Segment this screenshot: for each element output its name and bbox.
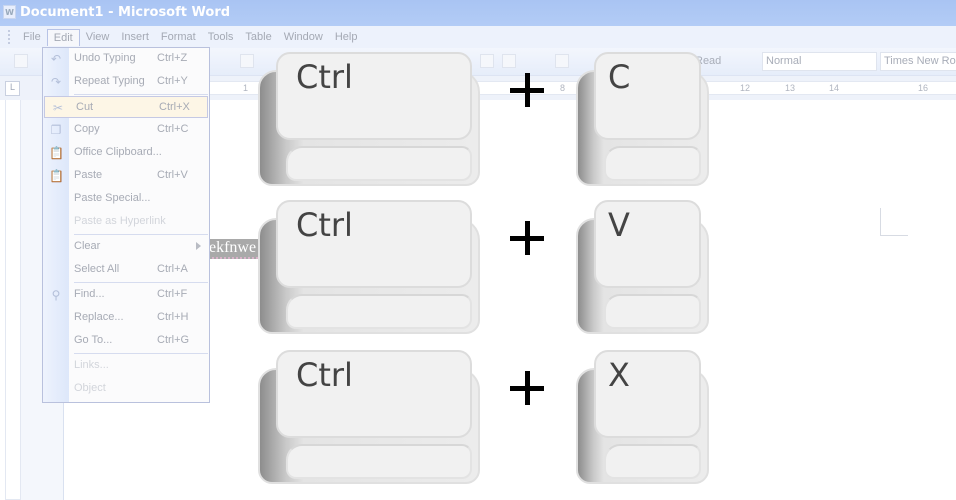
binoculars-icon: ⚲ — [51, 288, 61, 302]
ruler-number: 16 — [918, 83, 929, 93]
submenu-arrow-icon — [196, 242, 201, 250]
menu-view[interactable]: View — [80, 29, 116, 45]
letter-key-graphic: V — [576, 200, 709, 334]
vertical-ruler — [5, 100, 21, 500]
menu-item-shortcut: Ctrl+H — [157, 311, 189, 323]
document-map-icon[interactable] — [555, 54, 569, 68]
edit-menu-item-links: Links... — [43, 355, 209, 377]
title-bar: W Document1 - Microsoft Word — [0, 0, 956, 26]
clipboard-icon: 📋 — [49, 146, 64, 160]
copy-icon: ❐ — [50, 123, 62, 137]
menu-item-shortcut: Ctrl+V — [157, 169, 188, 181]
menu-item-label: Repeat Typing — [74, 75, 145, 87]
letter-key-graphic: X — [576, 350, 709, 484]
ruler-number: 1 — [243, 83, 249, 93]
menu-help[interactable]: Help — [329, 29, 364, 45]
menu-item-shortcut: Ctrl+G — [157, 334, 190, 346]
ctrl-key-graphic: Ctrl — [258, 52, 480, 186]
grip-handle[interactable] — [8, 30, 11, 44]
menu-item-label: Paste as Hyperlink — [74, 215, 166, 227]
edit-menu-item-office-clipboard[interactable]: 📋 Office Clipboard... — [43, 142, 209, 164]
menu-item-shortcut: Ctrl+Y — [157, 75, 188, 87]
menu-item-label: Paste — [74, 169, 103, 181]
key-label: Ctrl — [296, 206, 353, 244]
page-corner-mark — [880, 208, 908, 236]
table-icon[interactable] — [480, 54, 494, 68]
columns-icon[interactable] — [502, 54, 516, 68]
edit-menu-item-paste[interactable]: 📋 Paste Ctrl+V — [43, 165, 209, 187]
new-document-icon[interactable] — [14, 54, 28, 68]
letter-key-graphic: C — [576, 52, 709, 186]
edit-menu-item-replace[interactable]: Replace... Ctrl+H — [43, 307, 209, 329]
style-dropdown[interactable]: Normal — [762, 52, 877, 71]
font-dropdown[interactable]: Times New Roman — [880, 52, 956, 71]
key-label: C — [608, 58, 631, 96]
menu-separator — [74, 282, 208, 283]
menu-item-label: Paste Special... — [74, 192, 151, 204]
edit-menu-item-clear[interactable]: Clear — [43, 236, 209, 258]
redo-icon: ↷ — [50, 75, 62, 89]
plus-icon — [510, 221, 544, 255]
menu-item-label: Select All — [74, 263, 120, 275]
key-label: X — [608, 356, 630, 394]
ruler-number: 14 — [829, 83, 840, 93]
ctrl-key-graphic: Ctrl — [258, 350, 480, 484]
menu-tools[interactable]: Tools — [202, 29, 240, 45]
edit-menu-item-select-all[interactable]: Select All Ctrl+A — [43, 259, 209, 281]
ruler-number: 12 — [740, 83, 751, 93]
menu-separator — [74, 234, 208, 235]
edit-menu-item-object: Object — [43, 378, 209, 400]
menu-file[interactable]: File — [17, 29, 47, 45]
plus-icon — [510, 73, 544, 107]
edit-menu-item-copy[interactable]: ❐ Copy Ctrl+C — [43, 119, 209, 141]
menu-edit[interactable]: Edit — [46, 28, 80, 46]
key-label: V — [608, 206, 630, 244]
menu-item-label: Go To... — [74, 334, 113, 346]
menu-item-shortcut: Ctrl+A — [157, 263, 188, 275]
edit-menu-item-go-to[interactable]: Go To... Ctrl+G — [43, 330, 209, 352]
key-label: Ctrl — [296, 58, 353, 96]
ctrl-key-graphic: Ctrl — [258, 200, 480, 334]
plus-icon — [510, 371, 544, 405]
edit-menu-item-cut[interactable]: ✂ Cut Ctrl+X — [44, 96, 208, 118]
menu-item-label: Clear — [74, 240, 101, 252]
edit-menu-dropdown: ↶ Undo Typing Ctrl+Z ↷ Repeat Typing Ctrl+Y ✂ C… — [42, 47, 210, 403]
window-title: Document1 - Microsoft Word — [20, 5, 231, 20]
cut-icon[interactable] — [240, 54, 254, 68]
menu-item-label: Copy — [74, 123, 100, 135]
menu-separator — [74, 94, 208, 95]
menu-table[interactable]: Table — [239, 29, 277, 45]
paste-icon: 📋 — [49, 169, 64, 183]
menu-item-shortcut: Ctrl+C — [157, 123, 189, 135]
menu-item-label: Office Clipboard... — [74, 146, 162, 158]
ruler-number: 8 — [560, 83, 566, 93]
undo-icon: ↶ — [50, 52, 62, 66]
menu-item-label: Links... — [74, 359, 109, 371]
menu-item-label: Replace... — [74, 311, 124, 323]
menu-insert[interactable]: Insert — [115, 29, 155, 45]
edit-menu-item-undo-typing[interactable]: ↶ Undo Typing Ctrl+Z — [43, 48, 209, 70]
menu-item-shortcut: Ctrl+F — [157, 288, 188, 300]
menu-item-label: Find... — [74, 288, 105, 300]
menu-format[interactable]: Format — [155, 29, 202, 45]
edit-menu-item-paste-special[interactable]: Paste Special... — [43, 188, 209, 210]
menu-item-label: Object — [74, 382, 106, 394]
menu-item-label: Cut — [76, 101, 94, 113]
menu-item-shortcut: Ctrl+X — [159, 101, 190, 113]
menu-item-label: Undo Typing — [74, 52, 136, 64]
tab-selector[interactable]: L — [5, 81, 20, 96]
menu-separator — [74, 353, 208, 354]
word-icon: W — [3, 5, 16, 19]
ruler-number: 13 — [785, 83, 796, 93]
edit-menu-item-paste-as-hyperlink: Paste as Hyperlink — [43, 211, 209, 233]
menu-window[interactable]: Window — [278, 29, 329, 45]
menu-item-shortcut: Ctrl+Z — [157, 52, 188, 64]
scissors-icon: ✂ — [52, 101, 64, 115]
selected-document-text[interactable]: ekfnwe — [207, 239, 259, 259]
edit-menu-item-find[interactable]: ⚲ Find... Ctrl+F — [43, 284, 209, 306]
edit-menu-item-repeat-typing[interactable]: ↷ Repeat Typing Ctrl+Y — [43, 71, 209, 93]
key-label: Ctrl — [296, 356, 353, 394]
menu-bar: File Edit View Insert Format Tools Table… — [0, 26, 956, 48]
